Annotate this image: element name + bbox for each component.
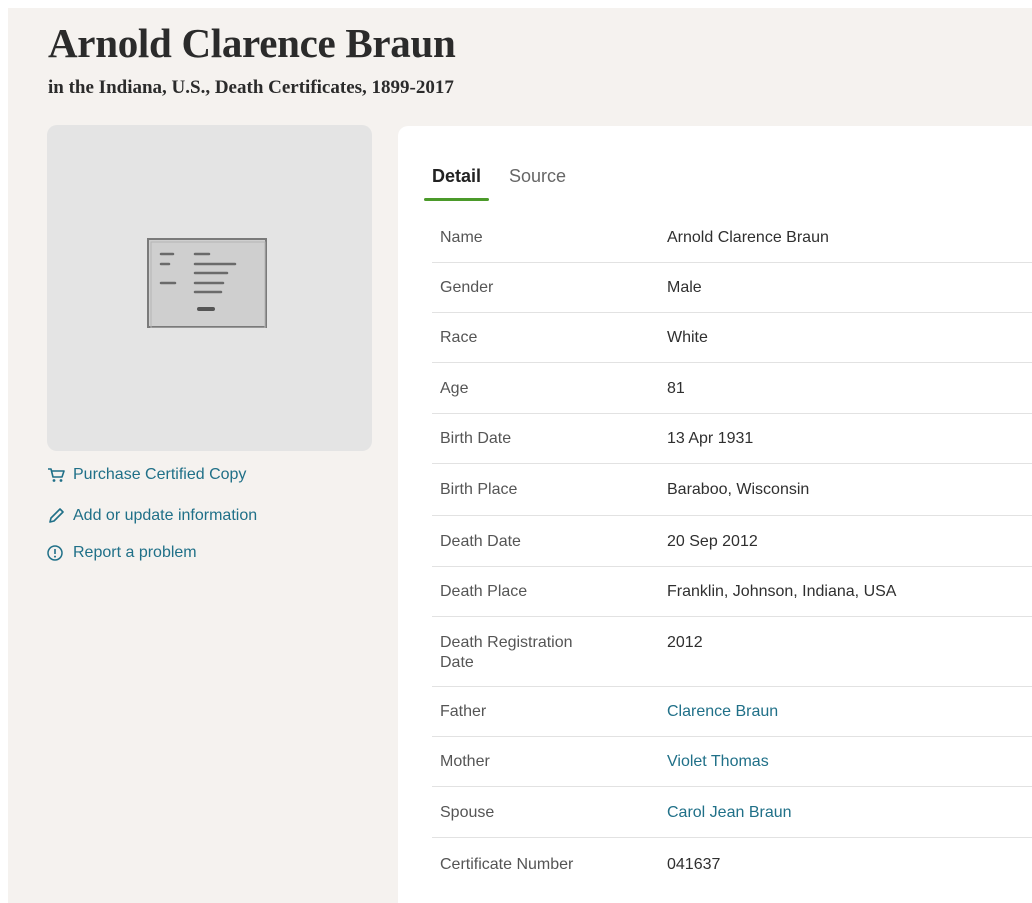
detail-row-death-place: Death Place Franklin, Johnson, Indiana, … — [432, 567, 1032, 617]
detail-label: Birth Date — [440, 430, 512, 447]
detail-label: Name — [440, 229, 483, 246]
detail-row-gender: Gender Male — [432, 263, 1032, 313]
detail-value: Baraboo, Wisconsin — [667, 481, 810, 498]
detail-row-name: Name Arnold Clarence Braun — [432, 212, 1032, 263]
detail-row-spouse: Spouse Carol Jean Braun — [432, 787, 1032, 838]
tab-source[interactable]: Source — [509, 166, 566, 201]
mother-link[interactable]: Violet Thomas — [667, 752, 1032, 786]
detail-label: Age — [440, 380, 469, 397]
record-tabs: Detail Source — [424, 166, 594, 201]
detail-label: Mother — [440, 753, 490, 770]
detail-row-birth-date: Birth Date 13 Apr 1931 — [432, 414, 1032, 464]
detail-row-mother: Mother Violet Thomas — [432, 737, 1032, 787]
alert-circle-icon — [46, 544, 68, 562]
record-detail-card: Detail Source Name Arnold Clarence Braun… — [398, 126, 1032, 903]
detail-label: Death Date — [440, 533, 521, 550]
detail-row-birth-place: Birth Place Baraboo, Wisconsin — [432, 464, 1032, 516]
detail-label: Gender — [440, 279, 494, 296]
detail-row-race: Race White — [432, 313, 1032, 363]
collection-subtitle: in the Indiana, U.S., Death Certificates… — [48, 77, 454, 98]
detail-label: Race — [440, 329, 478, 346]
tab-detail[interactable]: Detail — [424, 166, 490, 201]
purchase-certified-copy-link[interactable]: Purchase Certified Copy — [46, 465, 257, 485]
detail-value: Arnold Clarence Braun — [667, 229, 829, 246]
cart-icon — [46, 466, 68, 484]
pencil-icon — [46, 507, 68, 525]
detail-value: 81 — [667, 380, 685, 397]
detail-value: 041637 — [667, 856, 721, 873]
detail-label: Father — [440, 703, 487, 720]
record-page: Arnold Clarence Braun in the Indiana, U.… — [8, 8, 1032, 903]
record-actions: Purchase Certified Copy Add or update in… — [46, 465, 257, 584]
add-update-information-label: Add or update information — [73, 507, 258, 524]
document-placeholder-icon — [147, 238, 267, 328]
father-link[interactable]: Clarence Braun — [667, 702, 1032, 736]
detail-row-certificate-number: Certificate Number 041637 — [432, 838, 1032, 890]
detail-value: White — [667, 329, 708, 346]
record-image-thumbnail[interactable] — [47, 125, 372, 451]
detail-row-age: Age 81 — [432, 363, 1032, 414]
detail-value: 20 Sep 2012 — [667, 533, 758, 550]
report-problem-label: Report a problem — [73, 544, 197, 561]
detail-value: Male — [667, 279, 702, 296]
detail-label: Birth Place — [440, 481, 518, 498]
detail-value: 2012 — [667, 634, 703, 651]
detail-label: Death Registration Date — [440, 634, 573, 671]
report-problem-link[interactable]: Report a problem — [46, 543, 257, 563]
detail-row-death-registration-date: Death Registration Date 2012 — [432, 617, 1032, 687]
purchase-certified-copy-label: Purchase Certified Copy — [73, 466, 247, 483]
detail-table: Name Arnold Clarence Braun Gender Male R… — [432, 212, 1032, 890]
detail-value: Franklin, Johnson, Indiana, USA — [667, 583, 897, 600]
spouse-link[interactable]: Carol Jean Braun — [667, 803, 1032, 837]
record-title: Arnold Clarence Braun — [48, 20, 456, 66]
detail-row-death-date: Death Date 20 Sep 2012 — [432, 516, 1032, 567]
detail-row-father: Father Clarence Braun — [432, 687, 1032, 737]
detail-label: Death Place — [440, 583, 528, 600]
detail-label: Spouse — [440, 804, 495, 821]
add-update-information-link[interactable]: Add or update information — [46, 506, 257, 526]
detail-value: 13 Apr 1931 — [667, 430, 754, 447]
detail-label: Certificate Number — [440, 856, 574, 873]
